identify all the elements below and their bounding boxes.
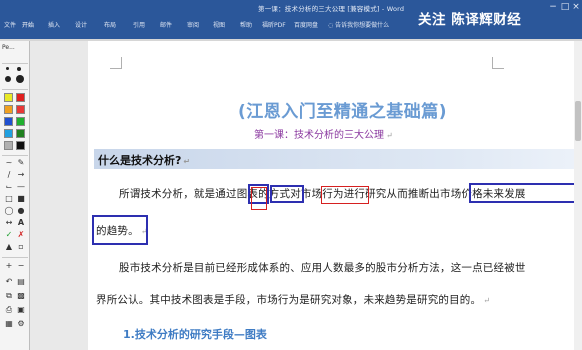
section-heading: 什么是技术分析? ↵ — [98, 152, 190, 168]
screen-icon[interactable]: ▣ — [16, 305, 26, 315]
subtitle-text: 第一课：技术分析的三大公理 — [254, 130, 384, 141]
annotation-box-blue — [92, 215, 148, 245]
minimize-button[interactable]: − — [548, 2, 558, 12]
tab-foxit-pdf[interactable]: 福昕PDF — [262, 20, 286, 29]
pen-size-small[interactable] — [6, 67, 9, 70]
tab-insert[interactable]: 插入 — [48, 20, 60, 29]
tab-review[interactable]: 审阅 — [187, 20, 199, 29]
tab-baidu-netdisk[interactable]: 百度网盘 — [294, 20, 318, 29]
fill-tool-icon[interactable]: ▲ — [4, 242, 14, 252]
watermark-text: 关注 陈译辉财经 — [418, 12, 522, 28]
maximize-button[interactable]: □ — [560, 2, 570, 12]
save-icon[interactable]: ▦ — [4, 319, 14, 329]
tab-file[interactable]: 文件 — [4, 20, 16, 29]
tell-me-search[interactable]: ◌ 告诉我你想要做什么 — [328, 20, 389, 29]
color-swatch-red[interactable] — [16, 93, 25, 102]
color-swatch-cyan[interactable] — [4, 129, 13, 138]
toolbox-divider — [2, 257, 28, 258]
print-icon[interactable]: ⎙ — [4, 305, 14, 315]
color-swatch-gray[interactable] — [4, 141, 13, 150]
ellipse-tool-icon[interactable]: ◯ — [4, 206, 14, 216]
annotation-box-red — [321, 186, 369, 204]
pen-size-xlarge[interactable] — [16, 75, 24, 83]
line-tool-icon[interactable]: ∕ — [4, 170, 14, 180]
ribbon-tabs: 文件 开始 插入 设计 布局 引用 邮件 审阅 视图 帮助 福昕PDF 百度网盘… — [0, 20, 420, 34]
corner-tool-icon[interactable]: ⌙ — [4, 182, 14, 192]
paragraph-2-line-2: 界所公认。其中技术图表是手段，市场行为是研究对象，未来趋势是研究的目的。 ↵ — [96, 292, 490, 307]
section-title-1: 1.技术分析的研究手段—图表 — [123, 328, 267, 341]
paragraph-mark-icon: ↵ — [386, 131, 393, 140]
filled-rectangle-tool-icon[interactable]: ■ — [16, 194, 26, 204]
rectangle-tool-icon[interactable]: □ — [4, 194, 14, 204]
color-swatch-light-red[interactable] — [16, 105, 25, 114]
tab-layout[interactable]: 布局 — [104, 20, 116, 29]
eraser-tool-icon[interactable]: ▫ — [16, 242, 26, 252]
tell-me-label: 告诉我你想要做什么 — [335, 22, 390, 29]
document-title: (江恩入门至精通之基础篇) — [238, 102, 448, 122]
annotation-box-blue — [270, 185, 304, 203]
toolbox-title: Pe... — [2, 44, 15, 51]
double-arrow-tool-icon[interactable]: ↔ — [4, 218, 14, 228]
document-page[interactable]: (江恩入门至精通之基础篇) 第一课：技术分析的三大公理 ↵ 什么是技术分析? ↵ 所… — [88, 41, 582, 350]
crop-mark-top-right — [492, 57, 504, 69]
scrollbar-thumb[interactable] — [575, 101, 581, 141]
tab-home[interactable]: 开始 — [22, 20, 34, 29]
toolbox-divider — [2, 155, 28, 156]
document-subtitle: 第一课：技术分析的三大公理 ↵ — [254, 126, 393, 141]
annotation-box-red — [251, 187, 267, 210]
text-tool-icon[interactable]: A — [16, 218, 26, 228]
close-button[interactable]: × — [571, 2, 581, 12]
pen-size-medium[interactable] — [17, 67, 21, 71]
filled-ellipse-tool-icon[interactable]: ● — [16, 206, 26, 216]
paragraph-mark-icon: ↵ — [483, 296, 491, 305]
color-swatch-orange[interactable] — [4, 105, 13, 114]
document-icon[interactable]: ▩ — [16, 291, 26, 301]
window-title: 第一课：技术分析的三大公理 [兼容模式] - Word — [258, 5, 405, 13]
settings-icon[interactable]: ⚙ — [16, 319, 26, 329]
check-tool-icon[interactable]: ✓ — [4, 230, 14, 240]
document-area[interactable]: (江恩入门至精通之基础篇) 第一课：技术分析的三大公理 ↵ 什么是技术分析? ↵ 所… — [30, 41, 582, 350]
lightbulb-icon: ◌ — [328, 22, 334, 29]
color-swatch-dark-green[interactable] — [16, 129, 25, 138]
tab-help[interactable]: 帮助 — [240, 20, 252, 29]
color-swatch-yellow[interactable] — [4, 93, 13, 102]
toolbox-divider — [2, 89, 28, 90]
color-swatch-green[interactable] — [16, 117, 25, 126]
copy-icon[interactable]: ⧉ — [4, 291, 14, 301]
undo-icon[interactable]: ↶ — [4, 277, 14, 287]
add-icon[interactable]: + — [4, 261, 14, 271]
remove-icon[interactable]: − — [16, 261, 26, 271]
tab-references[interactable]: 引用 — [133, 20, 145, 29]
page-icon[interactable]: ▤ — [16, 277, 26, 287]
annotation-box-blue — [469, 183, 582, 203]
pen-tool-icon[interactable]: ✎ — [16, 158, 26, 168]
crop-mark-top-left — [110, 57, 122, 69]
tab-mailings[interactable]: 邮件 — [160, 20, 172, 29]
color-swatch-black[interactable] — [16, 141, 25, 150]
title-bar: 第一课：技术分析的三大公理 [兼容模式] - Word 关注 陈译辉财经 − □… — [0, 0, 582, 39]
paragraph-mark-icon: ↵ — [183, 157, 191, 166]
pen-size-large[interactable] — [5, 76, 11, 82]
arrow-tool-icon[interactable]: → — [16, 170, 26, 180]
tab-view[interactable]: 视图 — [213, 20, 225, 29]
paragraph-2-line-1: 股市技术分析是目前已经形成体系的、应用人数最多的股市分析方法，这一点已经被世 — [119, 262, 526, 274]
color-swatch-blue[interactable] — [4, 117, 13, 126]
dash-tool-icon[interactable]: — — [16, 182, 26, 192]
cross-tool-icon[interactable]: ✗ — [16, 230, 26, 240]
tab-design[interactable]: 设计 — [75, 20, 87, 29]
heading-text: 什么是技术分析? — [98, 154, 182, 167]
curve-tool-icon[interactable]: ~ — [4, 158, 14, 168]
annotation-toolbox: Pe... ~ ✎ ∕ → ⌙ — □ ■ ◯ ● ↔ A ✓ ✗ ▲ ▫ + … — [0, 41, 30, 350]
vertical-scrollbar[interactable] — [574, 41, 582, 350]
line-text: 界所公认。其中技术图表是手段，市场行为是研究对象，未来趋势是研究的目的。 — [96, 294, 482, 306]
toolbox-divider — [2, 63, 28, 64]
